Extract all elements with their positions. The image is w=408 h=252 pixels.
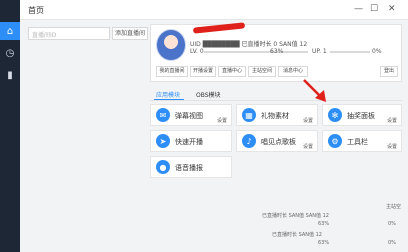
minimize-icon[interactable]: — xyxy=(354,4,363,14)
red-arrow-annotation xyxy=(303,79,326,102)
up-percent: 0% xyxy=(372,48,382,55)
live-center-button[interactable]: 直播中心 xyxy=(218,66,246,77)
tile-gift-assets[interactable]: ▦ 礼物素材 设置 xyxy=(236,104,318,126)
side-navigation-icons: ⌂ ◷ ▮ xyxy=(0,0,20,252)
uid-line: UID ████████ 已直播时长 0 SAN值 12 xyxy=(190,41,308,48)
background-window-text: 已直播时长 SAN值 12 xyxy=(272,232,322,238)
main-space-button[interactable]: 主站空间 xyxy=(248,66,276,77)
send-icon: ➤ xyxy=(156,134,170,148)
gift-icon: ▦ xyxy=(242,108,256,122)
title-bar xyxy=(20,0,408,20)
mic-icon: ● xyxy=(156,160,170,174)
background-window-text: 主站空 xyxy=(386,204,402,210)
background-window-text: 已直播时长 SAN值 SAN值 12 xyxy=(262,213,329,219)
up-progress-bar xyxy=(330,51,370,53)
clock-icon[interactable]: ◷ xyxy=(0,44,20,62)
stream-settings-button[interactable]: 开播设置 xyxy=(190,66,216,77)
tab-app-modules[interactable]: 应用模块 xyxy=(156,90,180,99)
tab-obs-modules[interactable]: OBS模块 xyxy=(196,90,221,99)
music-icon: ♪ xyxy=(242,134,256,148)
snowflake-icon: ✻ xyxy=(328,108,342,122)
maximize-icon[interactable]: ☐ xyxy=(370,4,378,14)
level-percent: 63% xyxy=(270,48,284,55)
my-room-button[interactable]: 我的直播间 xyxy=(156,66,188,77)
tile-danmaku-view[interactable]: ✉ 弹幕视图 设置 xyxy=(150,104,232,126)
level-label: LV. 0 xyxy=(190,48,204,55)
chat-icon: ✉ xyxy=(156,108,170,122)
tile-lottery-panel[interactable]: ✻ 抽奖面板 设置 xyxy=(322,104,402,126)
background-window-text: 63% xyxy=(318,240,330,246)
tile-toolbar[interactable]: ⚙ 工具栏 设置 xyxy=(322,130,402,152)
level-progress-bar xyxy=(204,51,308,53)
tile-voice-broadcast[interactable]: ● 语音播报 xyxy=(150,156,232,178)
logout-button[interactable]: 登出 xyxy=(380,66,398,77)
tile-quick-start[interactable]: ➤ 快速开播 xyxy=(150,130,232,152)
up-label: UP. 1 xyxy=(312,48,327,55)
background-window-text: 0% xyxy=(388,221,396,227)
background-window-text: 0% xyxy=(388,240,396,246)
page-title: 首页 xyxy=(28,6,44,15)
home-icon[interactable]: ⌂ xyxy=(0,22,20,40)
background-window-text: 63% xyxy=(318,221,330,227)
close-icon[interactable]: ✕ xyxy=(388,4,396,14)
active-tab-indicator xyxy=(154,99,184,100)
tab-divider xyxy=(150,100,402,101)
gear-icon: ⚙ xyxy=(328,134,342,148)
avatar xyxy=(156,29,186,61)
room-id-input[interactable]: 直播间ID xyxy=(28,27,110,40)
tile-song-request[interactable]: ♪ 唱见点歌板 设置 xyxy=(236,130,318,152)
add-room-button[interactable]: 添加直播间 xyxy=(112,27,148,40)
stats-icon[interactable]: ▮ xyxy=(0,66,20,84)
